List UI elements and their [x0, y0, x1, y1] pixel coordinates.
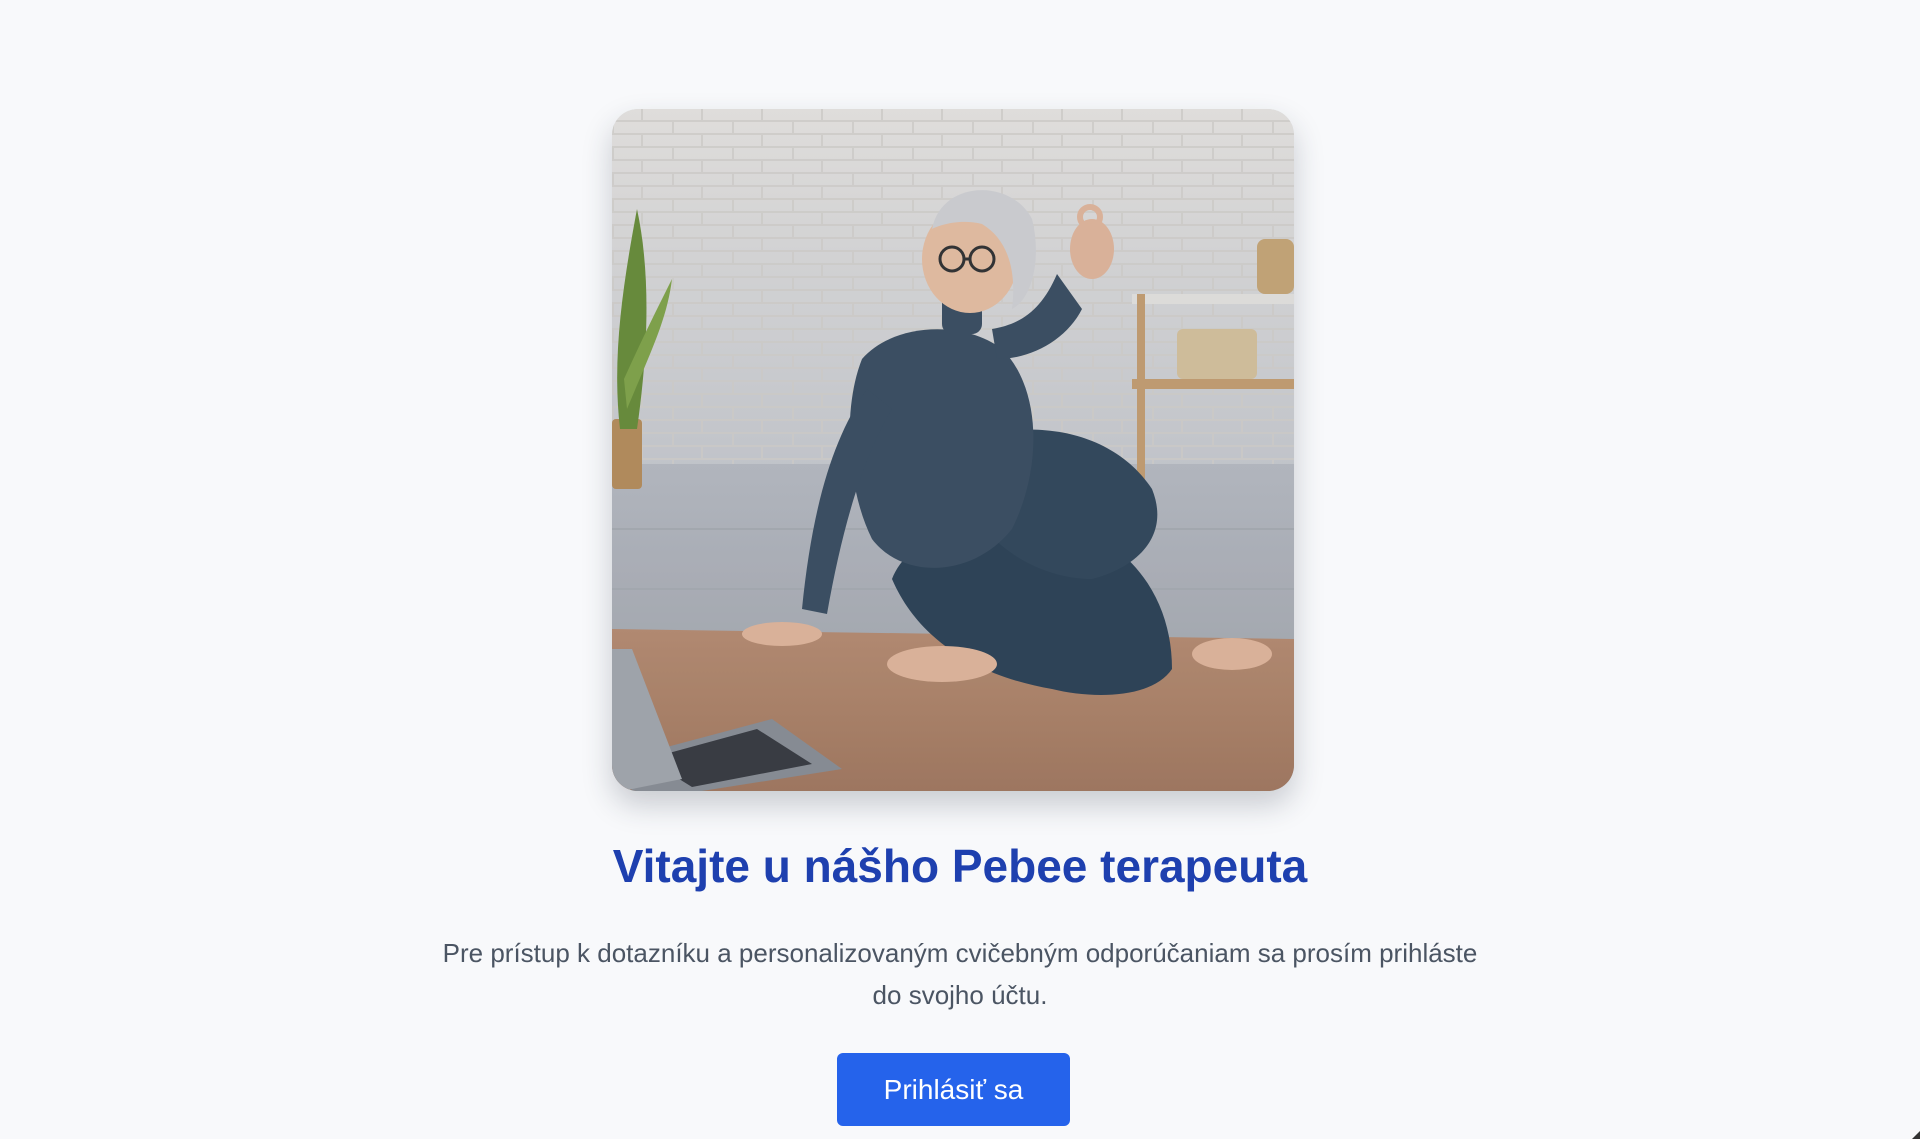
yoga-illustration-icon [612, 109, 1294, 791]
page-title: Vitajte u nášho Pebee terapeuta [612, 840, 1308, 892]
hero-image [612, 109, 1294, 791]
welcome-description: Pre prístup k dotazníku a personalizovan… [442, 938, 1478, 1010]
login-button[interactable]: Prihlásiť sa [837, 1053, 1070, 1126]
login-page: Vitajte u nášho Pebee terapeuta Pre prís… [0, 0, 1920, 1139]
resize-handle-icon [1912, 1131, 1920, 1139]
